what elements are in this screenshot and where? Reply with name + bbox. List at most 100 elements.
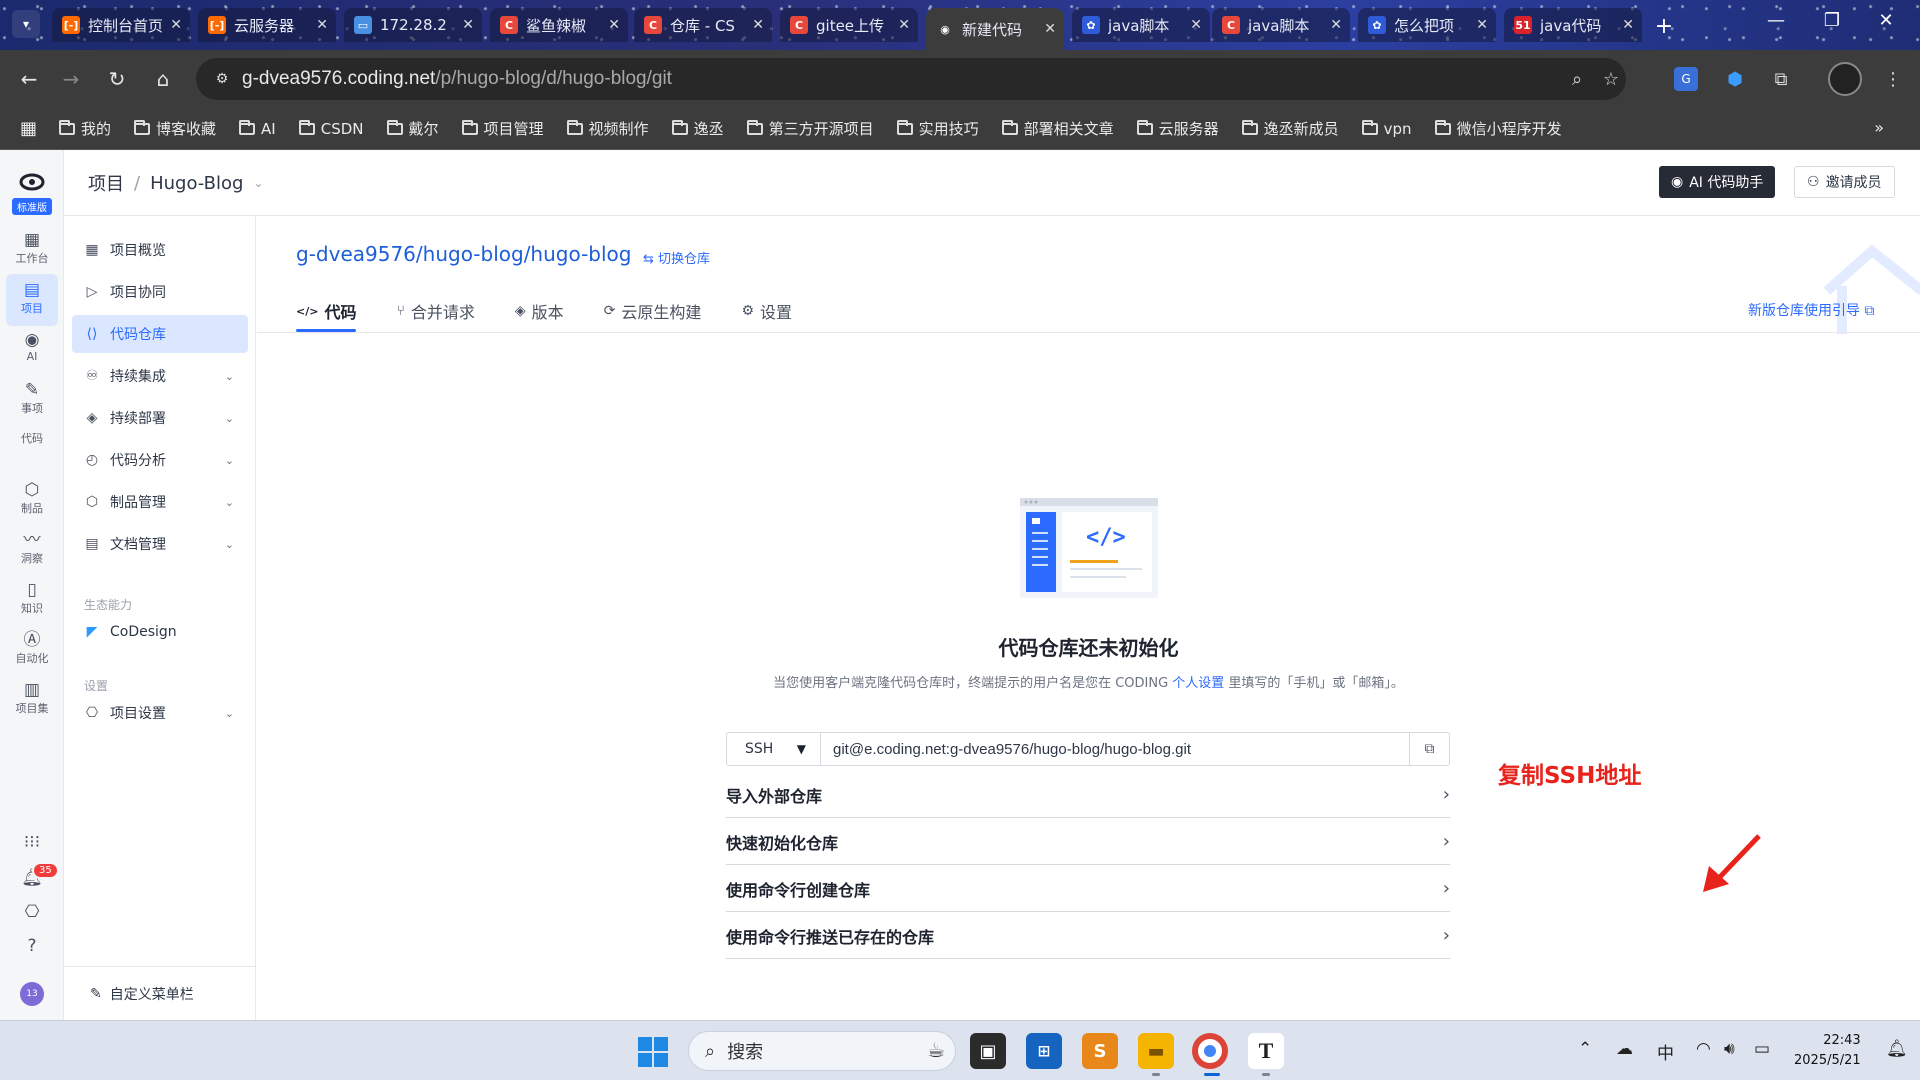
rail-item[interactable]: ▯ 知识	[6, 574, 58, 626]
close-icon[interactable]: ✕	[1044, 21, 1056, 37]
sidebar-item[interactable]: ▷ 项目协同	[72, 273, 248, 311]
breadcrumb-root[interactable]: 项目	[88, 170, 124, 196]
browser-tab[interactable]: ✿ java脚本 ✕	[1072, 8, 1210, 42]
bookmark-folder[interactable]: 我的	[59, 118, 111, 139]
invite-member-button[interactable]: ⚇ 邀请成员	[1794, 166, 1895, 198]
bookmark-folder[interactable]: 视频制作	[566, 118, 649, 139]
browser-tab[interactable]: C 仓库 - CS ✕	[634, 8, 772, 42]
close-icon[interactable]: ✕	[170, 17, 182, 33]
sidebar-item-project-settings[interactable]: ⎔ 项目设置 ⌄	[72, 694, 248, 732]
bookmark-folder[interactable]: CSDN	[298, 118, 364, 139]
switch-repo-link[interactable]: ⇆ 切换仓库	[643, 248, 710, 267]
bookmark-folder[interactable]: 微信小程序开发	[1434, 118, 1562, 139]
tab-search-button[interactable]: ▾	[12, 10, 40, 38]
ai-assistant-button[interactable]: ◉ AI 代码助手	[1659, 166, 1776, 198]
reload-button[interactable]: ↻	[102, 64, 132, 94]
bookmark-folder[interactable]: 戴尔	[386, 118, 439, 139]
new-tab-button[interactable]: +	[1650, 12, 1678, 40]
volume-icon[interactable]: 🔊︎	[1724, 1039, 1735, 1059]
rail-item[interactable]: ▤ 项目	[6, 274, 58, 326]
ime-indicator[interactable]: 中	[1657, 1039, 1674, 1064]
wifi-icon[interactable]: ◠	[1696, 1039, 1711, 1059]
bookmark-folder[interactable]: 逸丞新成员	[1241, 118, 1339, 139]
close-icon[interactable]: ✕	[752, 17, 764, 33]
rail-item[interactable]: ▦ 工作台	[6, 224, 58, 276]
sidebar-item[interactable]: ▦ 项目概览	[72, 231, 248, 269]
close-icon[interactable]: ✕	[316, 17, 328, 33]
cloud-offline-icon[interactable]: ☁	[1616, 1039, 1633, 1059]
init-option-row[interactable]: 导入外部仓库 ›	[726, 772, 1450, 818]
close-icon[interactable]: ✕	[462, 17, 474, 33]
bookmark-folder[interactable]: AI	[239, 118, 276, 139]
close-window-button[interactable]: ✕	[1866, 10, 1906, 31]
browser-tab[interactable]: C 鲨鱼辣椒 ✕	[490, 8, 628, 42]
settings-hex-icon[interactable]: ⎔	[20, 902, 44, 926]
microsoft-store-icon[interactable]: ⊞	[1026, 1033, 1062, 1069]
browser-tab[interactable]: ◉ 新建代码 ✕	[926, 8, 1064, 50]
rail-item[interactable]: Ⓐ 自动化	[6, 624, 58, 676]
close-icon[interactable]: ✕	[1330, 17, 1342, 33]
repo-tab[interactable]: ◈ 版本	[515, 290, 564, 332]
close-icon[interactable]: ✕	[1476, 17, 1488, 33]
clone-protocol-select[interactable]: SSH ▼	[727, 733, 821, 765]
sidebar-item[interactable]: ▤ 文档管理 ⌄	[72, 525, 248, 563]
taskbar-search[interactable]: ⌕ 搜索 ☕	[688, 1031, 956, 1071]
system-clock[interactable]: 22:43 2025/5/21	[1794, 1031, 1861, 1071]
rail-item[interactable]: 〰洞察	[6, 524, 58, 576]
back-button[interactable]: ←	[14, 64, 44, 94]
restore-button[interactable]: ❐	[1812, 10, 1852, 31]
browser-tab[interactable]: Cjava脚本 ✕	[1212, 8, 1350, 42]
repo-tab[interactable]: ⑂ 合并请求	[396, 290, 474, 332]
personal-settings-link[interactable]: 个人设置	[1172, 676, 1224, 691]
clone-url-field[interactable]: git@e.coding.net:g-dvea9576/hugo-blog/hu…	[821, 733, 1409, 765]
sublime-text-icon[interactable]: S	[1082, 1033, 1118, 1069]
close-icon[interactable]: ✕	[898, 17, 910, 33]
browser-tab[interactable]: ▭ 172.28.2 ✕	[344, 8, 482, 42]
coding-logo[interactable]: 标准版	[12, 170, 52, 215]
minimize-button[interactable]: —	[1756, 10, 1796, 31]
sidebar-item-codesign[interactable]: ◤ CoDesign	[72, 613, 248, 651]
chrome-icon[interactable]	[1192, 1033, 1228, 1069]
sidebar-item[interactable]: ♾ 持续集成 ⌄	[72, 357, 248, 395]
bookmark-folder[interactable]: 实用技巧	[896, 118, 979, 139]
chevron-down-icon[interactable]: ⌄	[253, 176, 263, 190]
repo-guide-link[interactable]: 新版仓库使用引导 ⧉	[1748, 300, 1874, 320]
profile-avatar[interactable]	[1828, 62, 1862, 96]
browser-tab[interactable]: 51 java代码 ✕	[1504, 8, 1642, 42]
breadcrumb-project[interactable]: Hugo-Blog	[150, 173, 243, 194]
rail-item[interactable]: ▥ 项目集	[6, 674, 58, 726]
close-icon[interactable]: ✕	[1190, 17, 1202, 33]
customize-menu-button[interactable]: ✎ 自定义菜单栏	[64, 966, 255, 1020]
sidebar-item[interactable]: ◈ 持续部署 ⌄	[72, 399, 248, 437]
bookmark-folder[interactable]: vpn	[1361, 118, 1412, 139]
rail-item[interactable]: ✎ 事项	[6, 374, 58, 426]
repo-tab[interactable]: ⚙ 设置	[741, 290, 792, 332]
extension-hex-icon[interactable]: ⬢	[1720, 64, 1750, 94]
typora-icon[interactable]: T	[1248, 1033, 1284, 1069]
apps-grid-icon[interactable]: ▦	[20, 118, 37, 139]
file-explorer-icon[interactable]: ▬	[1138, 1033, 1174, 1069]
home-button[interactable]: ⌂	[148, 64, 178, 94]
rail-item[interactable]: ◉ AI	[6, 324, 58, 376]
sidebar-item[interactable]: ⬡ 制品管理 ⌄	[72, 483, 248, 521]
browser-tab[interactable]: [-] 控制台首页 ✕	[52, 8, 190, 42]
windows-start-icon[interactable]	[638, 1037, 668, 1067]
browser-tab[interactable]: Cgitee上传 ✕	[780, 8, 918, 42]
task-view-app-icon[interactable]: ▣	[970, 1033, 1006, 1069]
sidebar-item[interactable]: ◴ 代码分析 ⌄	[72, 441, 248, 479]
zoom-icon[interactable]: ⌕	[1562, 58, 1592, 100]
rail-item[interactable]: 代码	[6, 424, 58, 476]
bookmark-star-icon[interactable]: ☆	[1596, 58, 1626, 100]
repo-path-title[interactable]: g-dvea9576/hugo-blog/hugo-blog	[296, 242, 632, 266]
sidebar-item[interactable]: ⟨⟩ 代码仓库	[72, 315, 248, 353]
bookmark-folder[interactable]: 部署相关文章	[1001, 118, 1114, 139]
init-option-row[interactable]: 使用命令行创建仓库 ›	[726, 866, 1450, 912]
tray-overflow-icon[interactable]: ⌃	[1578, 1039, 1592, 1059]
notification-center-icon[interactable]: 🔔︎	[1886, 1039, 1908, 1059]
close-icon[interactable]: ✕	[608, 17, 620, 33]
bookmarks-overflow-icon[interactable]: »	[1874, 118, 1884, 137]
more-apps-icon[interactable]: ⁝⁝⁝	[20, 832, 44, 856]
forward-button[interactable]: →	[56, 64, 86, 94]
battery-icon[interactable]: ▭	[1754, 1039, 1770, 1059]
translate-extension-icon[interactable]: G	[1674, 67, 1698, 91]
